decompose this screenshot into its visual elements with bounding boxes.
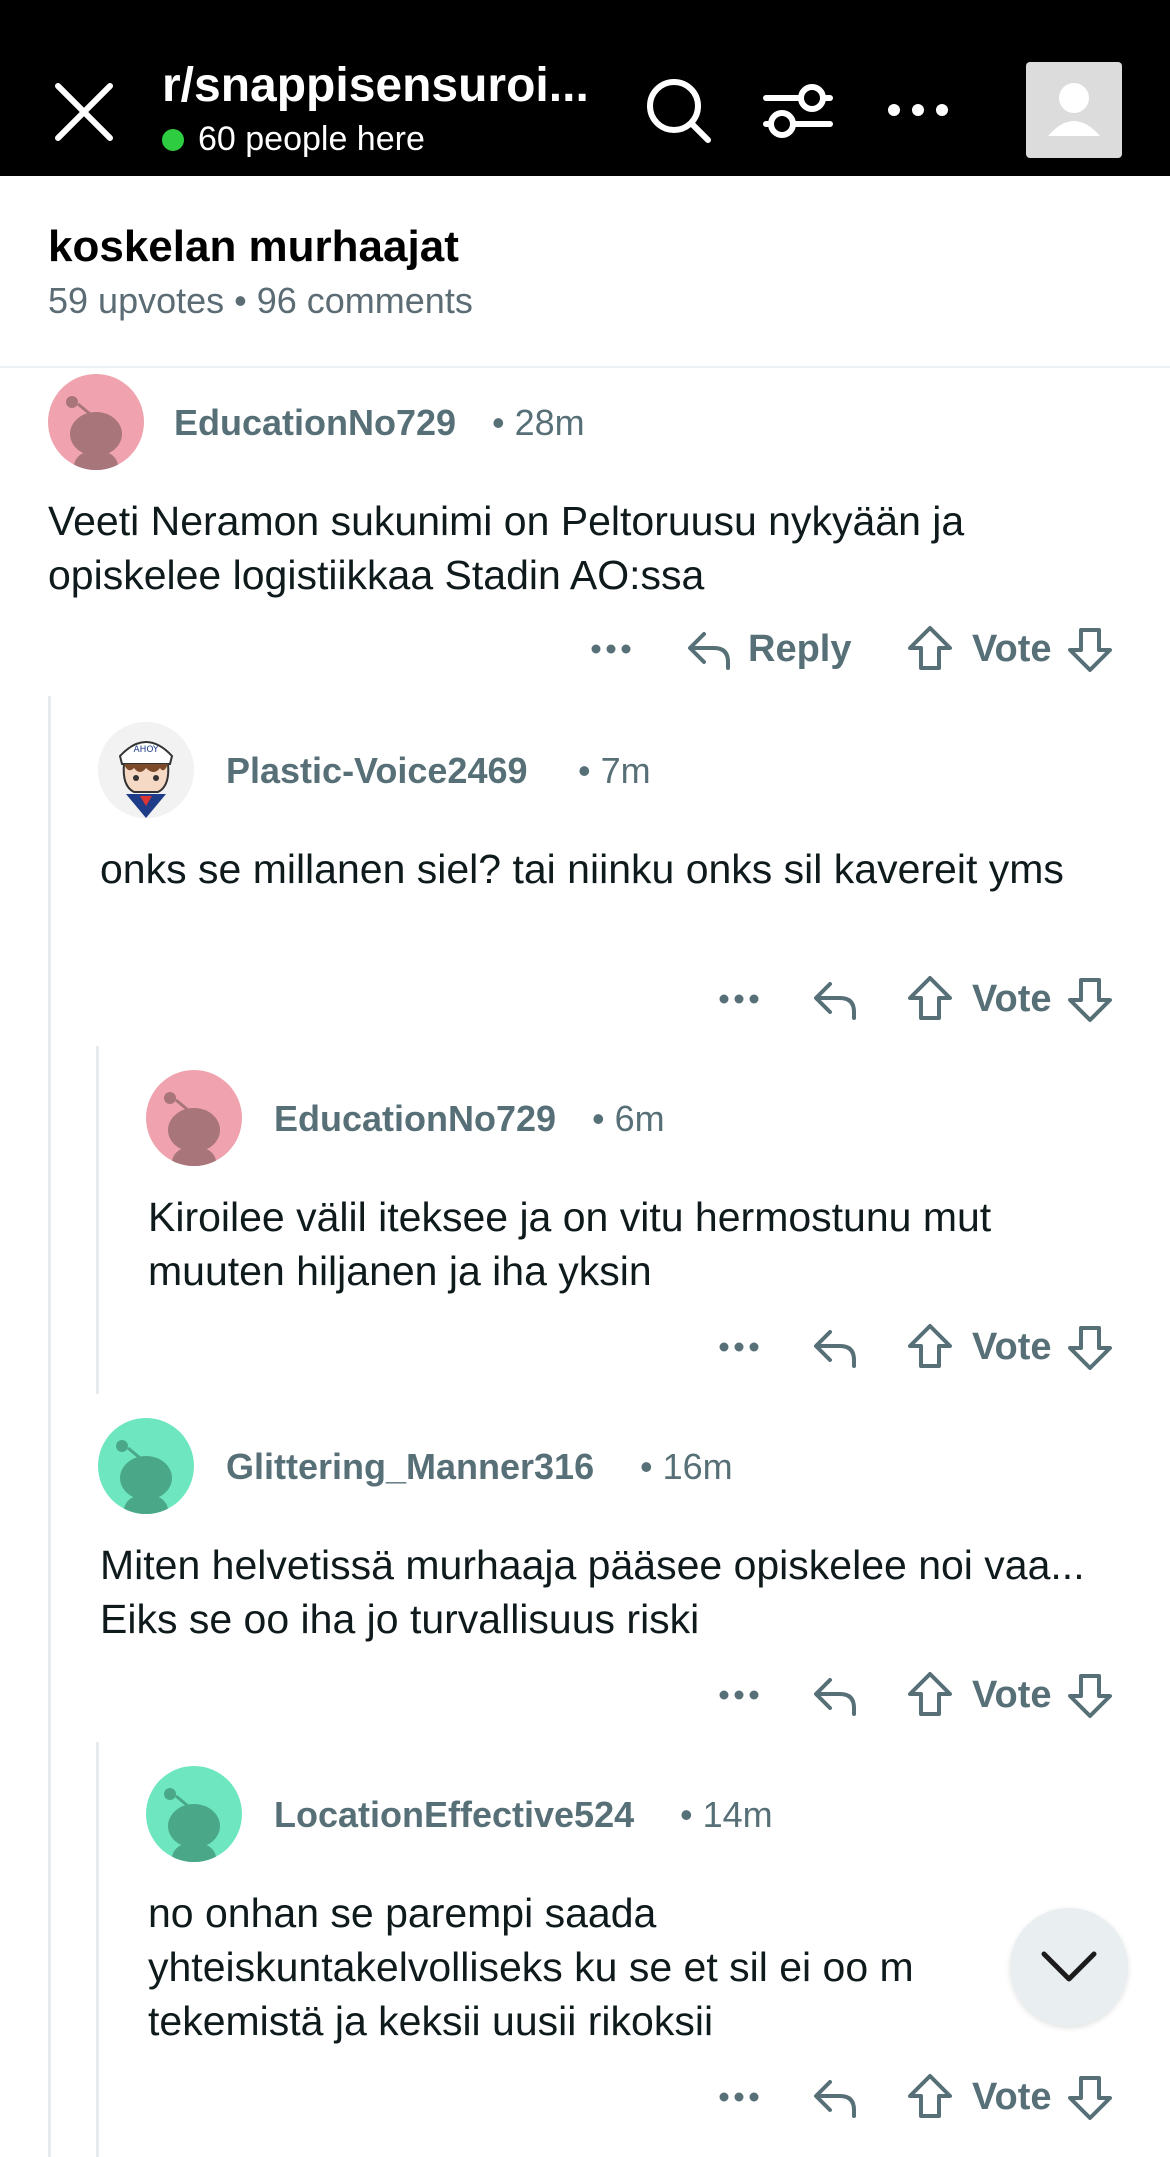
upvote-icon[interactable]	[906, 974, 954, 1024]
downvote-icon[interactable]	[1066, 624, 1114, 674]
reply-icon	[814, 2080, 856, 2118]
downvote-icon[interactable]	[1066, 2072, 1114, 2122]
downvote-icon[interactable]	[1066, 1670, 1114, 1720]
vote-label: Vote	[972, 627, 1052, 670]
comment-more-button[interactable]	[716, 1670, 762, 1720]
vote-controls: Vote	[906, 2072, 1114, 2122]
reply-icon	[688, 632, 730, 670]
comment-body: Miten helvetissä murhaaja pääsee opiskel…	[100, 1542, 1085, 1642]
more-icon	[719, 994, 759, 1004]
thread-line	[96, 1046, 99, 1394]
reply-icon	[814, 1678, 856, 1716]
online-dot-icon	[162, 128, 184, 151]
more-icon	[591, 644, 631, 654]
profile-avatar-icon[interactable]	[1026, 62, 1122, 158]
thread-line	[96, 1742, 99, 2157]
post-title[interactable]: koskelan murhaajat	[48, 222, 459, 272]
snoo-avatar-icon[interactable]	[98, 1418, 194, 1514]
comment-username[interactable]: Glittering_Manner316	[226, 1446, 594, 1488]
more-icon[interactable]	[878, 70, 958, 150]
vote-controls: Vote	[906, 1322, 1114, 1372]
user-avatar-icon[interactable]: AHOY	[98, 722, 194, 818]
reply-icon	[814, 982, 856, 1020]
vote-label: Vote	[972, 1325, 1052, 1368]
next-comment-button[interactable]	[1010, 1908, 1128, 2026]
comment-username[interactable]: EducationNo729	[174, 402, 456, 444]
reply-label: Reply	[748, 627, 852, 670]
post-meta: 59 upvotes • 96 comments	[48, 280, 473, 321]
more-icon	[719, 2092, 759, 2102]
comment-body: Kiroilee välil iteksee ja on vitu hermos…	[148, 1194, 992, 1294]
comment-time: • 6m	[592, 1098, 665, 1139]
divider	[0, 366, 1170, 368]
comment-body: onks se millanen siel? tai niinku onks s…	[100, 846, 1064, 892]
reply-button[interactable]	[810, 1322, 860, 1372]
reply-button[interactable]	[810, 974, 860, 1024]
snoo-avatar-icon[interactable]	[48, 374, 144, 470]
comment-more-button[interactable]	[716, 2072, 762, 2122]
comment-time: • 14m	[680, 1794, 773, 1835]
vote-label: Vote	[972, 1673, 1052, 1716]
comment-more-button[interactable]	[716, 1322, 762, 1372]
thread-line	[48, 696, 51, 2157]
upvote-icon[interactable]	[906, 624, 954, 674]
snoo-avatar-icon[interactable]	[146, 1766, 242, 1862]
reply-icon	[814, 1330, 856, 1368]
vote-label: Vote	[972, 2075, 1052, 2118]
search-icon[interactable]	[638, 70, 718, 150]
comment-body: Veeti Neramon sukunimi on Peltoruusu nyk…	[48, 498, 965, 598]
subreddit-name[interactable]: r/snappisensuroi...	[162, 58, 622, 113]
comment-username[interactable]: LocationEffective524	[274, 1794, 634, 1836]
comment-time: • 7m	[578, 750, 651, 791]
comment-time: • 16m	[640, 1446, 733, 1487]
close-icon[interactable]	[44, 72, 124, 152]
more-icon	[719, 1342, 759, 1352]
upvote-icon[interactable]	[906, 1670, 954, 1720]
comment-time: • 28m	[492, 402, 585, 443]
upvote-icon[interactable]	[906, 1322, 954, 1372]
snoo-avatar-icon[interactable]	[146, 1070, 242, 1166]
upvote-icon[interactable]	[906, 2072, 954, 2122]
svg-text:AHOY: AHOY	[133, 745, 159, 755]
filter-icon[interactable]	[758, 70, 838, 150]
comment-more-button[interactable]	[588, 624, 634, 674]
reply-button[interactable]	[810, 1670, 860, 1720]
reply-button[interactable]	[810, 2072, 860, 2122]
downvote-icon[interactable]	[1066, 974, 1114, 1024]
chevron-down-icon	[1041, 1951, 1097, 1982]
online-count: 60 people here	[198, 120, 425, 158]
comment-username[interactable]: Plastic-Voice2469	[226, 750, 528, 792]
reply-button[interactable]: Reply	[684, 624, 851, 674]
vote-label: Vote	[972, 977, 1052, 1020]
comment-more-button[interactable]	[716, 974, 762, 1024]
top-navigation-bar: r/snappisensuroi... 60 people here	[0, 0, 1170, 176]
vote-controls: Vote	[906, 1670, 1114, 1720]
comment-username[interactable]: EducationNo729	[274, 1098, 556, 1140]
vote-controls: Vote	[906, 624, 1114, 674]
vote-controls: Vote	[906, 974, 1114, 1024]
more-icon	[719, 1690, 759, 1700]
comment-body: no onhan se parempi saada yhteiskuntakel…	[148, 1890, 914, 2044]
downvote-icon[interactable]	[1066, 1322, 1114, 1372]
online-indicator: 60 people here	[162, 120, 425, 159]
